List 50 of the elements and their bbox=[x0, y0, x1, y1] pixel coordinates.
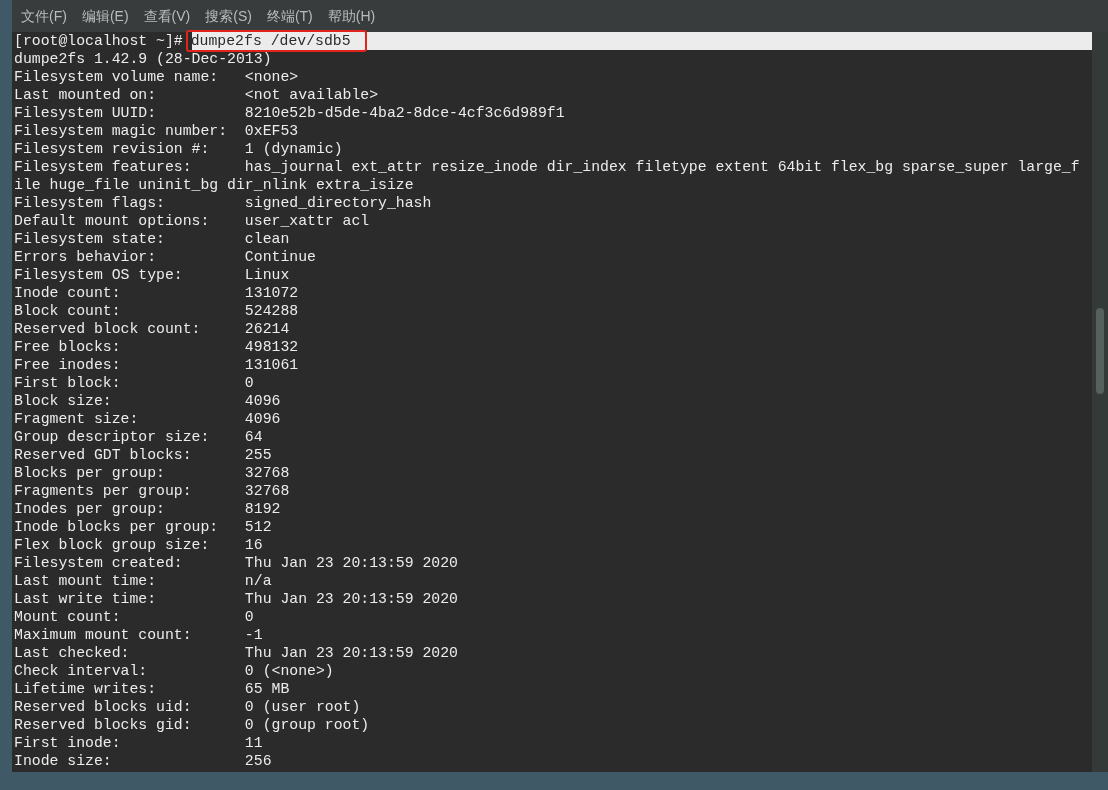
scrollbar-track[interactable] bbox=[1092, 32, 1108, 772]
menu-item[interactable]: 帮助(H) bbox=[326, 5, 377, 27]
output-line: Filesystem magic number: 0xEF53 bbox=[14, 122, 300, 140]
scrollbar-thumb[interactable] bbox=[1096, 308, 1104, 394]
output-line: Default mount options: user_xattr acl bbox=[14, 212, 371, 230]
output-line: Mount count: 0 bbox=[14, 608, 255, 626]
output-line: Fragments per group: 32768 bbox=[14, 482, 291, 500]
menu-item[interactable]: 终端(T) bbox=[265, 5, 314, 27]
output-line: Fragment size: 4096 bbox=[14, 410, 282, 428]
output-line: Flex block group size: 16 bbox=[14, 536, 264, 554]
menu-item[interactable]: 文件(F) bbox=[20, 5, 68, 27]
output-line: Reserved block count: 26214 bbox=[14, 320, 291, 338]
output-line: Inode blocks per group: 512 bbox=[14, 518, 273, 536]
output-line: Reserved blocks uid: 0 (user root) bbox=[14, 698, 362, 716]
output-line: dumpe2fs 1.42.9 (28-Dec-2013) bbox=[14, 50, 273, 68]
menu-item[interactable]: 搜索(S) bbox=[204, 5, 253, 27]
output-line: ile huge_file uninit_bg dir_nlink extra_isize bbox=[14, 176, 415, 194]
output-line: Group descriptor size: 64 bbox=[14, 428, 264, 446]
output-line: Inodes per group: 8192 bbox=[14, 500, 282, 518]
output-line: First block: 0 bbox=[14, 374, 255, 392]
output-line: Last write time: Thu Jan 23 20:13:59 2020 bbox=[14, 590, 459, 608]
output-line: Filesystem features: has_journal ext_attr resize_inode dir_index filetype extent 64bit flex_bg sparse_super large_f bbox=[14, 158, 1081, 176]
output-line: Block size: 4096 bbox=[14, 392, 282, 410]
shell-prompt: [root@localhost ~]# bbox=[14, 32, 183, 50]
output-line: Lifetime writes: 65 MB bbox=[14, 680, 291, 698]
menu-item[interactable]: 查看(V) bbox=[142, 5, 192, 27]
output-line: Blocks per group: 32768 bbox=[14, 464, 291, 482]
output-line: First inode: 11 bbox=[14, 734, 264, 752]
output-line: Reserved GDT blocks: 255 bbox=[14, 446, 273, 464]
output-line: Check interval: 0 (<none>) bbox=[14, 662, 335, 680]
output-line: Filesystem state: clean bbox=[14, 230, 291, 248]
output-line: Inode count: 131072 bbox=[14, 284, 300, 302]
output-line: Block count: 524288 bbox=[14, 302, 300, 320]
output-line: Filesystem flags: signed_directory_hash bbox=[14, 194, 433, 212]
output-line: Errors behavior: Continue bbox=[14, 248, 317, 266]
output-line: Last mounted on: <not available> bbox=[14, 86, 380, 104]
output-line: Filesystem OS type: Linux bbox=[14, 266, 291, 284]
output-line: Free inodes: 131061 bbox=[14, 356, 300, 374]
menu-item[interactable]: 编辑(E) bbox=[80, 5, 130, 27]
command-text: dumpe2fs /dev/sdb5 bbox=[185, 30, 367, 52]
output-line: Maximum mount count: -1 bbox=[14, 626, 264, 644]
output-line: Filesystem UUID: 8210e52b-d5de-4ba2-8dce-4cf3c6d989f1 bbox=[14, 104, 566, 122]
output-line: Last mount time: n/a bbox=[14, 572, 273, 590]
output-line: Reserved blocks gid: 0 (group root) bbox=[14, 716, 371, 734]
output-line: Inode size: 256 bbox=[14, 752, 273, 770]
output-line: Free blocks: 498132 bbox=[14, 338, 300, 356]
output-line: Filesystem revision #: 1 (dynamic) bbox=[14, 140, 344, 158]
output-line: Last checked: Thu Jan 23 20:13:59 2020 bbox=[14, 644, 459, 662]
output-line: Filesystem created: Thu Jan 23 20:13:59 2020 bbox=[14, 554, 459, 572]
output-line: Filesystem volume name: <none> bbox=[14, 68, 300, 86]
